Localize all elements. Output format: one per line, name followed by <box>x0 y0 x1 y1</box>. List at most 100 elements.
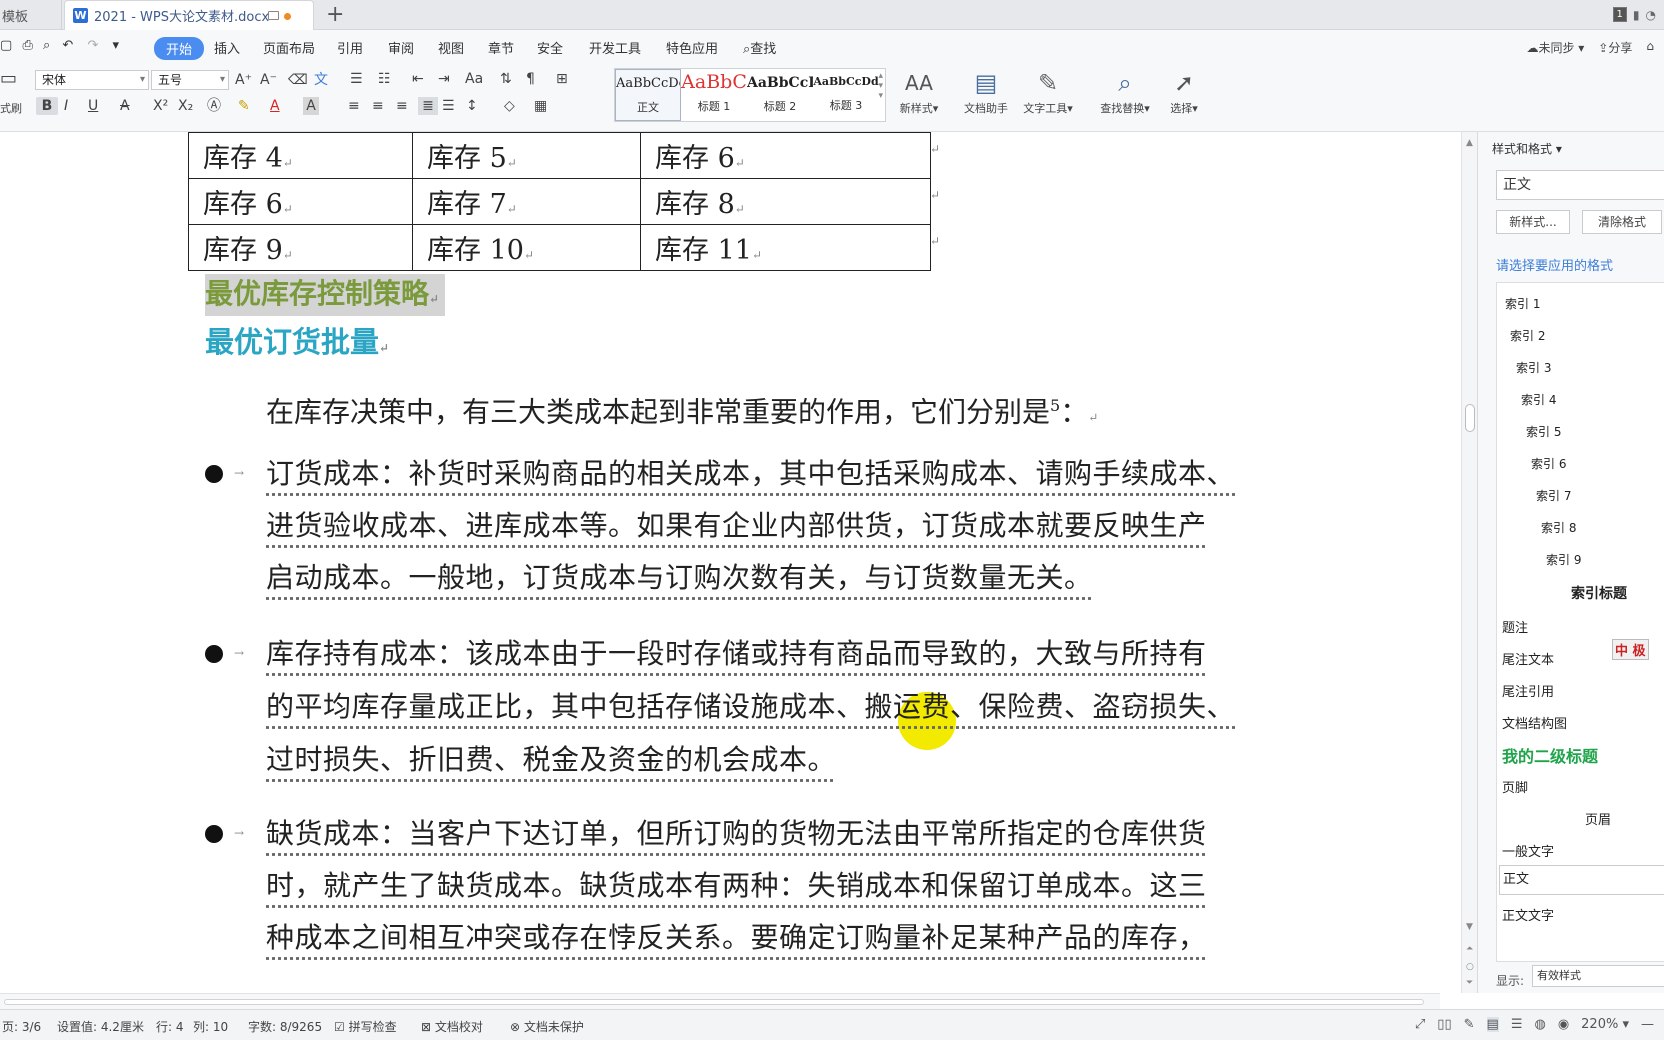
style-list-item[interactable]: 尾注引用 <box>1502 681 1554 700</box>
bullet3-line[interactable]: 种成本之间相互冲突或存在悖反关系。要确定订购量补足某种产品的库存， <box>266 918 1207 958</box>
style-list-item[interactable]: 索引 5 <box>1526 423 1561 440</box>
table-cell[interactable]: 库存 11↵ <box>640 224 931 271</box>
write-mode-icon[interactable]: ✎ <box>1464 1017 1475 1032</box>
horizontal-scroll-thumb[interactable] <box>4 999 1424 1005</box>
zoom-level[interactable]: 220% ▾ <box>1581 1017 1629 1032</box>
table-cell[interactable]: 库存 5↵ <box>412 132 641 179</box>
clear-format-icon[interactable]: ⌫ <box>288 71 308 89</box>
style-list-item[interactable]: 索引 1 <box>1505 295 1540 312</box>
document-area[interactable]: 库存 4↵ 库存 5↵ 库存 6↵ 库存 6↵ 库存 7↵ 库存 8↵ 库存 9… <box>0 132 1440 993</box>
shading-icon[interactable]: ◇ <box>504 97 515 115</box>
protect-status[interactable]: ⊗ 文档未保护 <box>510 1018 584 1035</box>
page-view-icon[interactable]: ▤ <box>1486 1017 1499 1032</box>
share-button[interactable]: ⇪分享 <box>1598 39 1632 56</box>
grow-font-icon[interactable]: A⁺ <box>235 71 252 89</box>
reading-view-icon[interactable]: ▯▯ <box>1437 1017 1451 1032</box>
font-name-select[interactable]: 宋体 <box>35 70 149 90</box>
save-icon[interactable]: ▢ <box>0 38 12 53</box>
style-normal[interactable]: AaBbCcDc 正文 <box>615 69 681 121</box>
bullet2-line[interactable]: 过时损失、折旧费、税金及资金的机会成本。 <box>266 740 836 780</box>
menu-developer[interactable]: 开发工具 <box>589 38 641 57</box>
bullet3-line[interactable]: 时，就产生了缺货成本。缺货成本有两种：失销成本和保留订单成本。这三 <box>266 866 1207 906</box>
shrink-font-icon[interactable]: A⁻ <box>260 71 277 89</box>
strikethrough-button[interactable]: A <box>120 97 130 115</box>
char-shading-icon[interactable]: A <box>303 97 319 115</box>
style-list-item[interactable]: 题注 <box>1502 617 1528 636</box>
bullet1-line[interactable]: 进货验收成本、进库成本等。如果有企业内部供货，订货成本就要反映生产 <box>266 506 1207 546</box>
table-tools-icon[interactable]: ⊞ <box>556 70 568 88</box>
table-cell[interactable]: 库存 4↵ <box>188 132 413 179</box>
subscript-button[interactable]: X₂ <box>178 97 193 115</box>
table-cell[interactable]: 库存 6↵ <box>640 132 931 179</box>
sort-icon[interactable]: ⇅ <box>500 70 512 88</box>
browse-object-icon[interactable]: ○ <box>1466 962 1474 972</box>
style-list-item[interactable]: 索引 2 <box>1510 327 1545 344</box>
table-cell[interactable]: 库存 6↵ <box>188 178 413 225</box>
new-tab-button[interactable]: + <box>326 2 344 28</box>
increase-indent-icon[interactable]: ⇥ <box>438 70 450 88</box>
phonetic-guide-icon[interactable]: 文 <box>314 71 328 89</box>
table-cell[interactable]: 库存 9↵ <box>188 224 413 271</box>
bold-button[interactable]: B <box>36 97 58 115</box>
bullet2-line[interactable]: 的平均库存量成正比，其中包括存储设施成本、搬运费、保险费、盗窃损失、 <box>266 687 1235 727</box>
redo-icon[interactable]: ↷ <box>87 38 98 53</box>
style-list-item[interactable]: 索引 4 <box>1521 391 1556 408</box>
style-list-item[interactable]: 页脚 <box>1502 777 1528 796</box>
eye-protection-icon[interactable]: ◉ <box>1558 1017 1569 1032</box>
scroll-down-icon[interactable]: ▼ <box>1466 922 1473 932</box>
show-marks-icon[interactable]: ¶ <box>526 70 535 88</box>
distributed-icon[interactable]: ☰ <box>442 97 455 115</box>
user-avatar-icon[interactable]: ◔ <box>1646 8 1656 22</box>
scroll-thumb[interactable] <box>1465 404 1475 432</box>
bullet1-line[interactable]: 订货成本：补货时采购商品的相关成本，其中包括采购成本、请购手续成本、 <box>266 454 1235 494</box>
new-style-button[interactable]: AA 新样式▾ <box>894 66 944 116</box>
style-list[interactable]: 索引 1 索引 2 索引 3 索引 4 索引 5 索引 6 索引 7 索引 8 … <box>1496 282 1664 962</box>
menu-special[interactable]: 特色应用 <box>666 38 718 57</box>
style-list-item[interactable]: 正文文字 <box>1502 905 1554 924</box>
borders-icon[interactable]: ▦ <box>534 97 547 115</box>
style-heading2[interactable]: AaBbCcI 标题 2 <box>747 69 813 121</box>
superscript-button[interactable]: X² <box>153 97 168 115</box>
menu-view[interactable]: 视图 <box>438 38 464 57</box>
style-list-item[interactable]: 索引 7 <box>1536 487 1571 504</box>
document-page[interactable]: 库存 4↵ 库存 5↵ 库存 6↵ 库存 6↵ 库存 7↵ 库存 8↵ 库存 9… <box>0 132 1440 993</box>
heading-optimal-order-quantity[interactable]: 最优订货批量↵ <box>205 322 389 368</box>
window-list-icon[interactable]: ▮ <box>1633 8 1640 22</box>
numbering-icon[interactable]: ☷ <box>378 70 391 88</box>
zoom-out-icon[interactable]: — <box>1641 1017 1654 1032</box>
find-replace-button[interactable]: ⌕ 查找替换▾ <box>1094 66 1156 116</box>
menu-insert[interactable]: 插入 <box>214 38 240 57</box>
font-color-icon[interactable]: A <box>270 97 280 115</box>
print-icon[interactable]: ⎙ <box>22 38 32 53</box>
style-list-item[interactable]: 尾注文本 <box>1502 649 1554 668</box>
style-heading3[interactable]: AaBbCcDd 标题 3 <box>813 69 879 121</box>
style-list-item[interactable]: 文档结构图 <box>1502 713 1567 732</box>
line-spacing-icon[interactable]: ↕ <box>466 97 478 115</box>
print-preview-icon[interactable]: ⌕ <box>43 38 50 53</box>
tab-templates[interactable]: 模板 <box>0 0 62 30</box>
customize-toolbar-icon[interactable]: ▾ <box>113 38 120 53</box>
prev-page-icon[interactable]: ⏶ <box>1466 944 1473 954</box>
vertical-scrollbar[interactable]: ▲ ▼ ⏶ ○ ⏷ <box>1461 132 1477 993</box>
style-list-item[interactable]: 索引 3 <box>1516 359 1551 376</box>
style-list-item[interactable]: 索引标题 <box>1571 583 1627 603</box>
menu-security[interactable]: 安全 <box>537 38 563 57</box>
menu-home[interactable]: 开始 <box>154 37 205 60</box>
spell-check-button[interactable]: ☑ 拼写检查 <box>334 1018 397 1035</box>
table-cell[interactable]: 库存 8↵ <box>640 178 931 225</box>
font-size-select[interactable]: 五号 <box>151 70 229 90</box>
style-list-item[interactable]: 索引 8 <box>1541 519 1576 536</box>
style-list-item[interactable]: 索引 9 <box>1546 551 1581 568</box>
next-page-icon[interactable]: ⏷ <box>1466 978 1473 988</box>
style-list-item-selected[interactable]: 正文 <box>1499 865 1664 895</box>
bullet2-line[interactable]: 库存持有成本：该成本由于一段时存储或持有商品而导致的，大致与所持有 <box>266 634 1207 674</box>
style-list-item[interactable]: 我的二级标题 <box>1502 743 1598 767</box>
window-count-badge[interactable]: 1 <box>1612 7 1627 22</box>
bullet3-line[interactable]: 缺货成本：当客户下达订单，但所订购的货物无法由平常所指定的仓库供货 <box>266 814 1207 854</box>
doc-assistant-button[interactable]: ▤ 文档助手 <box>958 66 1014 116</box>
status-page[interactable]: 页: 3/6 <box>2 1018 41 1035</box>
clear-format-button[interactable]: 清除格式 <box>1582 210 1662 234</box>
menu-page-layout[interactable]: 页面布局 <box>263 38 315 57</box>
status-words[interactable]: 字数: 8/9265 <box>248 1018 322 1035</box>
proofread-button[interactable]: ⊠ 文档校对 <box>421 1018 483 1035</box>
